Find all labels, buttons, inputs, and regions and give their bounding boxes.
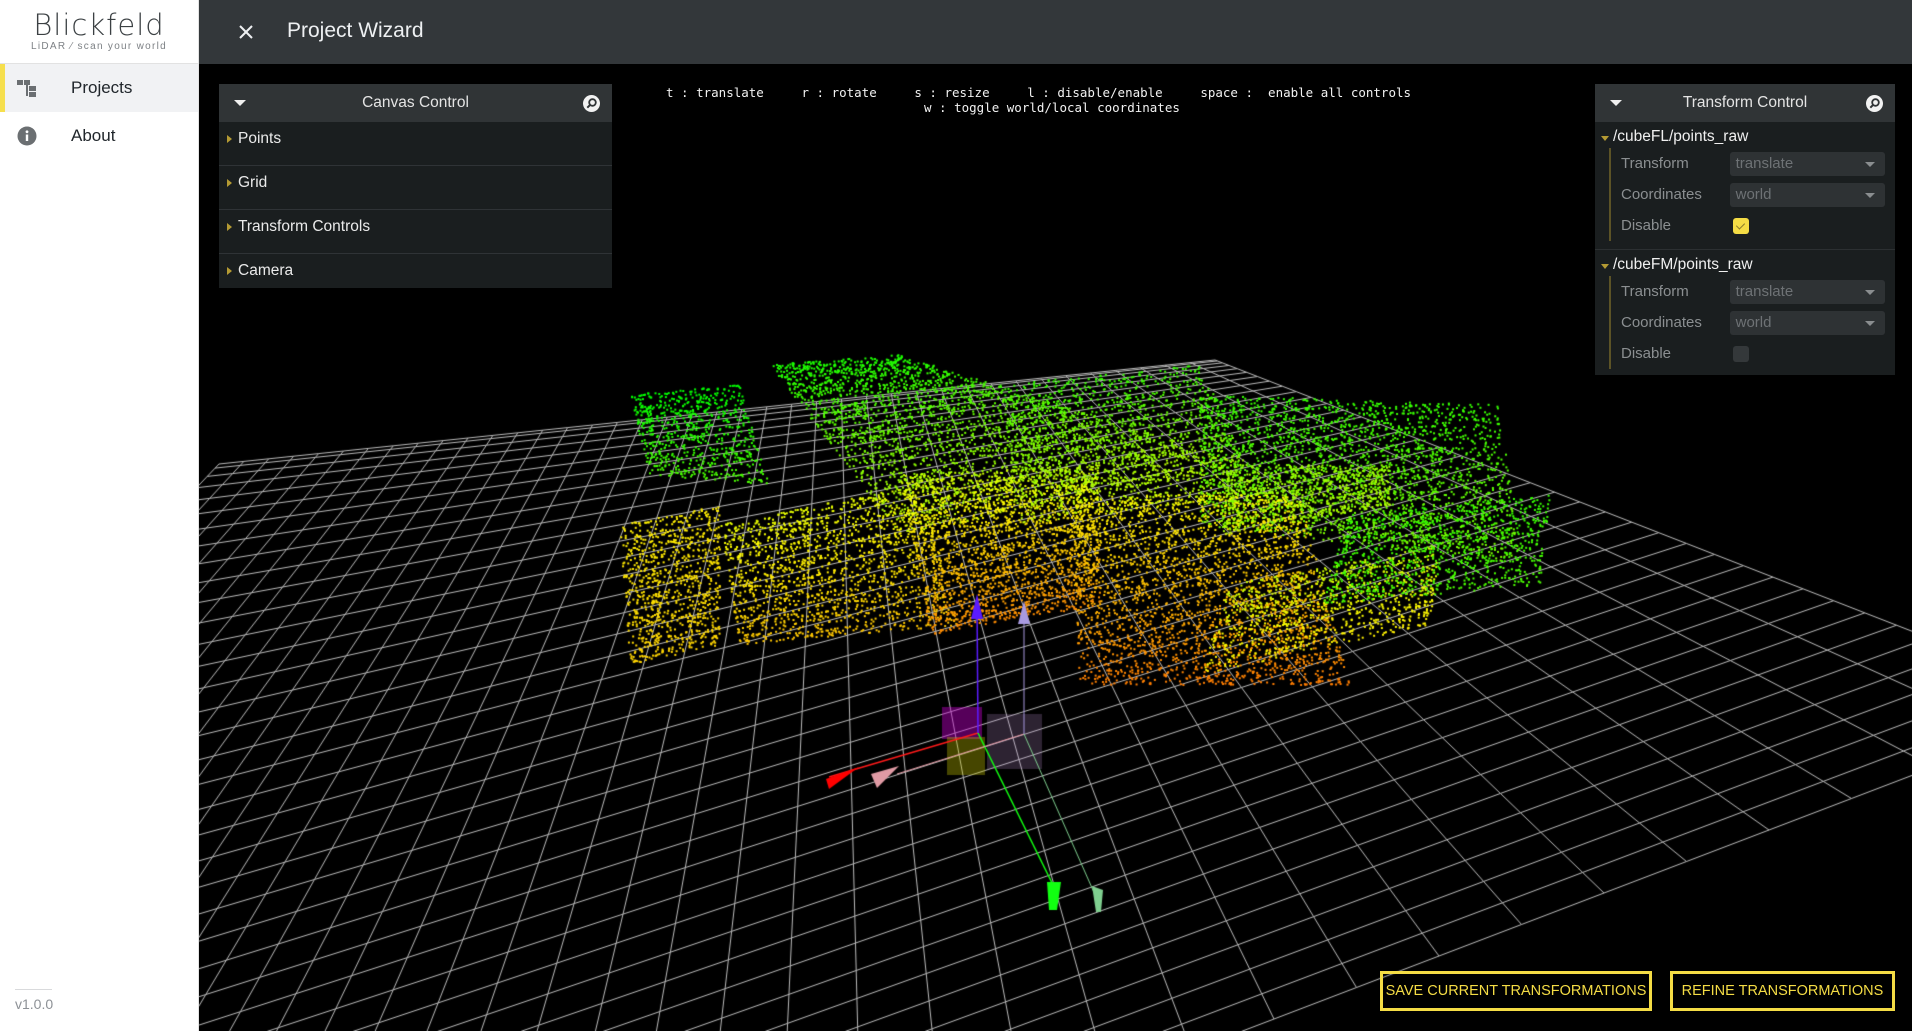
- expand-caret-icon: [227, 267, 232, 275]
- group-name: /cubeFM/points_raw: [1613, 256, 1753, 273]
- transform-group-cubefl: /cubeFL/points_raw Transform translate C…: [1595, 122, 1895, 250]
- transform-select[interactable]: translate: [1729, 151, 1885, 176]
- item-label: Grid: [238, 174, 268, 191]
- save-transformations-button[interactable]: SAVE CURRENT TRANSFORMATIONS: [1380, 971, 1652, 1011]
- sidebar: Blickfeld LiDAR ⁄ scan your world Projec…: [0, 0, 199, 1031]
- keyboard-hints-line2: w : toggle world/local coordinates: [924, 100, 1180, 115]
- panel-title: Transform Control: [1682, 94, 1808, 111]
- info-icon: [17, 126, 37, 146]
- transform-group-toggle[interactable]: /cubeFL/points_raw: [1601, 128, 1885, 148]
- sidebar-item-label: Projects: [71, 78, 133, 97]
- canvas-control-camera[interactable]: Camera: [219, 254, 612, 288]
- canvas-control-transform-controls[interactable]: Transform Controls: [219, 210, 612, 254]
- sidebar-item-label: About: [71, 126, 116, 145]
- coordinates-select[interactable]: world: [1729, 182, 1885, 207]
- group-name: /cubeFL/points_raw: [1613, 128, 1749, 145]
- disable-label: Disable: [1621, 217, 1672, 234]
- collapse-caret-icon[interactable]: [234, 100, 246, 106]
- keyboard-hints-line1: t : translate r : rotate s : resize l : …: [666, 85, 1412, 100]
- header: Project Wizard: [199, 0, 1912, 64]
- transform-select[interactable]: translate: [1729, 279, 1885, 304]
- close-icon[interactable]: [233, 19, 259, 45]
- item-label: Points: [238, 130, 282, 147]
- page-title: Project Wizard: [287, 19, 424, 42]
- version-label: v1.0.0: [15, 989, 53, 1012]
- sidebar-item-about[interactable]: About: [0, 112, 198, 160]
- transform-control-panel: Transform Control /cubeFL/points_raw Tra…: [1595, 84, 1895, 375]
- item-label: Camera: [238, 262, 294, 279]
- search-icon[interactable]: [583, 95, 600, 112]
- canvas-control-points[interactable]: Points: [219, 122, 612, 166]
- collapse-caret-icon[interactable]: [1610, 100, 1622, 106]
- transform-label: Transform: [1621, 283, 1689, 300]
- coordinates-select[interactable]: world: [1729, 310, 1885, 335]
- item-label: Transform Controls: [238, 218, 371, 235]
- sidebar-item-projects[interactable]: Projects: [0, 64, 198, 112]
- coordinates-label: Coordinates: [1621, 314, 1702, 331]
- expand-caret-icon: [227, 223, 232, 231]
- disable-checkbox[interactable]: [1733, 345, 1749, 362]
- transform-group-cubefm: /cubeFM/points_raw Transform translate C…: [1595, 250, 1895, 375]
- canvas-control-grid[interactable]: Grid: [219, 166, 612, 210]
- coordinates-label: Coordinates: [1621, 186, 1702, 203]
- disable-checkbox[interactable]: [1733, 217, 1749, 234]
- panel-title: Canvas Control: [362, 94, 469, 111]
- logo: Blickfeld LiDAR ⁄ scan your world: [0, 0, 198, 64]
- collapse-caret-icon: [1601, 264, 1609, 269]
- expand-caret-icon: [227, 179, 232, 187]
- collapse-caret-icon: [1601, 136, 1609, 141]
- expand-caret-icon: [227, 135, 232, 143]
- transform-control-header[interactable]: Transform Control: [1595, 84, 1895, 122]
- logo-tagline: LiDAR ⁄ scan your world: [30, 41, 168, 52]
- canvas-control-panel: Canvas Control Points Grid Transform Con…: [219, 84, 612, 288]
- tree-structure-icon: [17, 80, 36, 97]
- search-icon[interactable]: [1866, 95, 1883, 112]
- logo-brand: Blickfeld: [33, 8, 165, 42]
- transform-group-toggle[interactable]: /cubeFM/points_raw: [1601, 256, 1885, 276]
- disable-label: Disable: [1621, 345, 1672, 362]
- transform-label: Transform: [1621, 155, 1689, 172]
- 3d-viewport[interactable]: t : translate r : rotate s : resize l : …: [199, 64, 1912, 1031]
- canvas-control-header[interactable]: Canvas Control: [219, 84, 612, 122]
- refine-transformations-button[interactable]: REFINE TRANSFORMATIONS: [1670, 971, 1895, 1011]
